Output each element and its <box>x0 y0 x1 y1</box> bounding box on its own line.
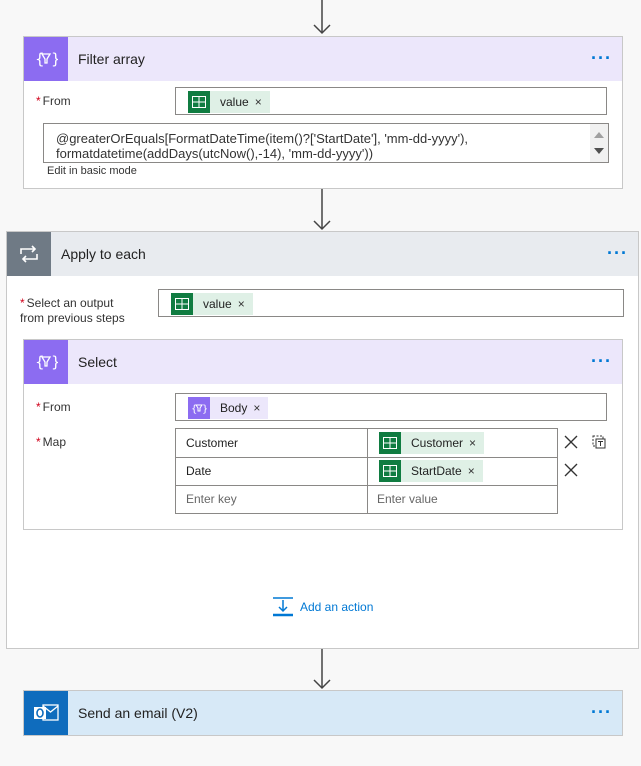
dynamic-token[interactable]: Customer × <box>379 432 485 454</box>
scroll-up-icon[interactable] <box>594 132 604 138</box>
expression-line-2: formatdatetime(addDays(utcNow(),-14), 'm… <box>56 146 374 161</box>
from-field[interactable]: {} Body × <box>175 393 607 421</box>
more-options-icon[interactable]: ··· <box>591 49 612 67</box>
card-title: Filter array <box>78 51 145 67</box>
from-label-text: From <box>42 94 71 108</box>
expression-editor[interactable]: @greaterOrEquals[FormatDateTime(item()?[… <box>43 123 609 163</box>
select-output-field[interactable]: value × <box>158 289 624 317</box>
dynamic-token[interactable]: value × <box>171 293 253 315</box>
remove-token-icon[interactable]: × <box>469 436 484 450</box>
more-options-icon[interactable]: ··· <box>607 244 628 262</box>
from-label-text: From <box>42 400 71 414</box>
delete-row-icon[interactable] <box>564 463 578 477</box>
token-label: value <box>203 297 232 311</box>
connector-arrow-top <box>312 0 332 36</box>
data-operation-icon: {} <box>188 397 210 419</box>
svg-text:}: } <box>202 404 207 414</box>
excel-icon <box>379 460 401 482</box>
add-action-button[interactable]: Add an action <box>272 597 373 617</box>
select-card: {} Select ··· *From {} Body × *Map Custo… <box>23 339 623 530</box>
excel-icon <box>171 293 193 315</box>
dynamic-token[interactable]: value × <box>188 91 270 113</box>
more-options-icon[interactable]: ··· <box>591 703 612 721</box>
excel-icon <box>188 91 210 113</box>
svg-text:}: } <box>51 50 58 68</box>
connector-arrow <box>312 649 332 690</box>
filter-array-header[interactable]: {} Filter array ··· <box>24 37 622 81</box>
add-action-icon <box>272 597 294 617</box>
remove-token-icon[interactable]: × <box>255 95 270 109</box>
svg-text:}: } <box>51 353 58 371</box>
required-asterisk: * <box>20 296 25 310</box>
output-label-line-1: Select an output <box>26 296 114 310</box>
expression-line-1: @greaterOrEquals[FormatDateTime(item()?[… <box>56 131 469 146</box>
send-email-header[interactable]: Send an email (V2) ··· <box>24 691 622 735</box>
select-header[interactable]: {} Select ··· <box>24 340 622 384</box>
from-label: * From <box>36 400 71 415</box>
output-label-line-2: from previous steps <box>20 311 125 325</box>
token-label: StartDate <box>411 464 462 478</box>
excel-icon <box>379 432 401 454</box>
add-action-label: Add an action <box>300 600 374 614</box>
svg-text:{: { <box>35 50 45 68</box>
edit-basic-mode-link[interactable]: Edit in basic mode <box>47 165 137 177</box>
scroll-down-icon[interactable] <box>594 148 604 154</box>
token-label: Customer <box>411 436 464 450</box>
remove-token-icon[interactable]: × <box>468 464 483 478</box>
remove-token-icon[interactable]: × <box>238 297 253 311</box>
map-key-input[interactable]: Enter key <box>186 485 361 513</box>
remove-token-icon[interactable]: × <box>253 401 268 415</box>
dynamic-token[interactable]: StartDate × <box>379 460 483 482</box>
filter-array-card: {} Filter array ··· *From value × @great… <box>23 36 623 189</box>
data-operation-icon: {} <box>24 37 68 81</box>
select-output-label: * Select an output from previous steps <box>20 296 125 326</box>
required-asterisk: * <box>36 94 41 108</box>
editor-scrollbar[interactable] <box>590 124 608 162</box>
connector-arrow <box>312 189 332 231</box>
map-key-cell[interactable]: Date <box>186 457 361 485</box>
from-field[interactable]: value × <box>175 87 607 115</box>
more-options-icon[interactable]: ··· <box>591 352 612 370</box>
card-title: Apply to each <box>61 246 146 262</box>
card-title: Select <box>78 354 117 370</box>
map-table: Customer Customer × Date StartDate × Ent… <box>175 428 558 514</box>
token-label: value <box>220 95 249 109</box>
column-divider <box>367 429 368 513</box>
switch-to-text-mode-icon[interactable] <box>591 433 607 449</box>
dynamic-token[interactable]: {} Body × <box>188 397 269 419</box>
token-label: Body <box>220 401 248 415</box>
outlook-icon <box>24 691 68 735</box>
loop-icon <box>7 232 51 276</box>
map-value-input[interactable]: Enter value <box>377 485 552 513</box>
required-asterisk: * <box>36 435 41 449</box>
from-label: * From <box>36 94 71 109</box>
map-key-cell[interactable]: Customer <box>186 429 361 457</box>
map-label: * Map <box>36 435 66 450</box>
delete-row-icon[interactable] <box>564 435 578 449</box>
send-email-card[interactable]: Send an email (V2) ··· <box>23 690 623 736</box>
data-operation-icon: {} <box>24 340 68 384</box>
map-label-text: Map <box>42 435 67 449</box>
apply-to-each-card: Apply to each ··· * Select an output from… <box>6 231 639 649</box>
card-title: Send an email (V2) <box>78 705 198 721</box>
apply-to-each-header[interactable]: Apply to each ··· <box>7 232 638 276</box>
required-asterisk: * <box>36 400 41 414</box>
svg-text:{: { <box>35 353 45 371</box>
